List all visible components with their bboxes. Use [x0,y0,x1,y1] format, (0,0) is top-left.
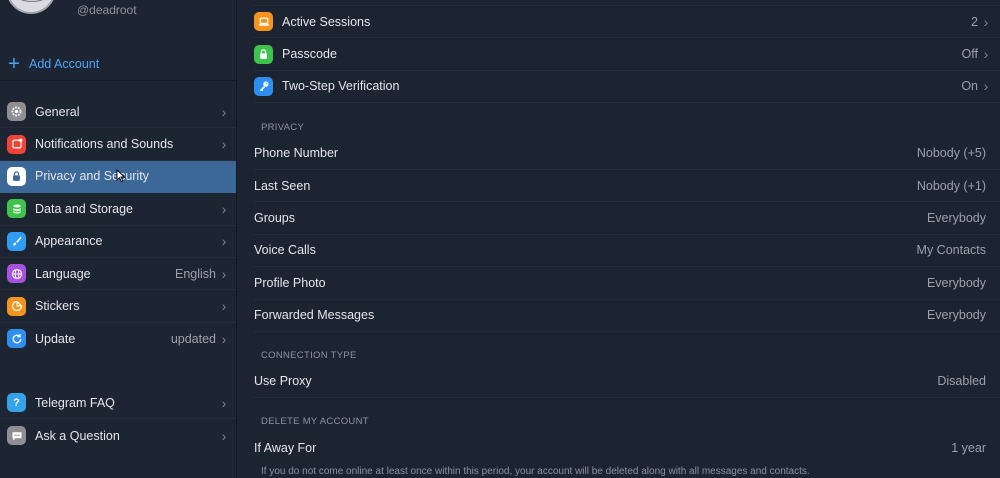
row-label: Groups [254,211,295,226]
sidebar-item-language[interactable]: Language English › [0,258,236,291]
row-value: Everybody [926,275,986,290]
last-seen-row[interactable]: Last Seen Nobody (+1) [254,170,1000,203]
two-step-value: On [961,79,978,94]
username: @deadroot [77,3,137,17]
sidebar: @deadroot + Add Account General › Notifi… [0,0,237,478]
sidebar-item-label: General [35,104,80,119]
laptop-icon [254,12,273,32]
sidebar-item-label: Notifications and Sounds [35,137,174,152]
add-account-label: Add Account [29,57,100,71]
two-step-verification-row[interactable]: Two-Step Verification On › [254,71,1000,104]
delete-account-section-header: DELETE MY ACCOUNT [261,416,369,427]
sticker-icon [7,296,26,316]
chevron-right-icon: › [221,330,227,347]
use-proxy-row[interactable]: Use Proxy Disabled [254,366,1000,398]
settings-menu: General › Notifications and Sounds › Pri… [0,96,236,355]
gear-icon [7,102,26,122]
help-menu: ? Telegram FAQ › Ask a Question › [0,387,236,452]
sidebar-item-update[interactable]: Update updated › [0,323,236,355]
sidebar-item-data-storage[interactable]: Data and Storage › [0,193,236,226]
chat-icon [7,426,26,446]
chevron-right-icon: › [221,394,227,411]
row-label: Voice Calls [254,243,316,258]
brush-icon [7,231,26,251]
row-value: Disabled [937,374,986,389]
sidebar-item-label: Language [35,266,91,281]
sidebar-item-notifications[interactable]: Notifications and Sounds › [0,128,236,161]
row-value: Nobody (+1) [916,178,986,193]
forwarded-messages-row[interactable]: Forwarded Messages Everybody [254,300,1000,332]
sidebar-item-general[interactable]: General › [0,96,236,129]
chevron-right-icon: › [983,78,989,95]
chevron-right-icon: › [221,298,227,315]
row-label: Phone Number [254,146,339,161]
lock-icon [254,44,273,64]
lock-icon [7,166,26,186]
row-value: My Contacts [916,243,986,258]
sidebar-item-ask-question[interactable]: Ask a Question › [0,419,236,451]
active-sessions-label: Active Sessions [282,14,371,29]
row-label: Use Proxy [254,374,312,389]
delete-account-note: If you do not come online at least once … [261,466,810,477]
active-sessions-row[interactable]: Active Sessions 2 › [254,6,1000,39]
if-away-for-row[interactable]: If Away For 1 year [254,432,1000,464]
sidebar-item-privacy[interactable]: Privacy and Security [0,160,236,194]
active-sessions-value: 2 [971,14,978,29]
divider [0,80,236,81]
connection-type-section-header: CONNECTION TYPE [261,350,357,361]
chevron-right-icon: › [221,136,227,153]
chevron-right-icon: › [221,103,227,120]
passcode-label: Passcode [282,47,337,62]
sidebar-item-label: Appearance [35,234,103,249]
mouse-cursor-icon [116,168,126,182]
passcode-row[interactable]: Passcode Off › [254,38,1000,71]
question-icon: ? [7,393,26,413]
refresh-icon [7,329,26,349]
plus-icon: + [8,53,20,75]
globe-icon [7,264,26,284]
chevron-right-icon: › [221,265,227,282]
sidebar-item-label: Ask a Question [35,428,120,443]
profile-photo-row[interactable]: Profile Photo Everybody [254,267,1000,300]
key-icon [254,76,273,96]
row-label: Profile Photo [254,275,326,290]
row-value: 1 year [951,440,986,455]
groups-row[interactable]: Groups Everybody [254,202,1000,235]
row-label: If Away For [254,440,317,455]
chevron-right-icon: › [983,13,989,30]
privacy-settings-panel: Active Sessions 2 › Passcode Off › Two-S… [237,0,1000,478]
bell-icon [7,134,26,154]
row-value: Nobody (+5) [916,146,986,161]
chevron-right-icon: › [983,46,989,63]
language-value: English [175,266,216,281]
sidebar-item-stickers[interactable]: Stickers › [0,290,236,323]
chevron-right-icon: › [221,200,227,217]
voice-calls-row[interactable]: Voice Calls My Contacts [254,235,1000,268]
row-value: Everybody [926,211,986,226]
sidebar-item-label: Update [35,331,76,346]
add-account-button[interactable]: + Add Account [0,49,236,79]
chevron-right-icon: › [221,427,227,444]
sidebar-item-label: Data and Storage [35,201,133,216]
chevron-right-icon: › [221,233,227,250]
phone-number-row[interactable]: Phone Number Nobody (+5) [254,138,1000,170]
sidebar-item-appearance[interactable]: Appearance › [0,226,236,258]
sidebar-item-label: Privacy and Security [35,169,149,184]
sidebar-item-faq[interactable]: ? Telegram FAQ › [0,387,236,420]
row-label: Forwarded Messages [254,308,375,323]
sidebar-item-label: Stickers [35,299,80,314]
avatar[interactable] [6,0,56,14]
row-label: Last Seen [254,178,311,193]
update-value: updated [170,331,216,346]
row-value: Everybody [926,308,986,323]
two-step-label: Two-Step Verification [282,79,400,94]
database-icon [7,199,26,219]
sidebar-item-label: Telegram FAQ [35,395,115,410]
privacy-section-header: PRIVACY [261,122,305,133]
passcode-value: Off [961,47,978,62]
